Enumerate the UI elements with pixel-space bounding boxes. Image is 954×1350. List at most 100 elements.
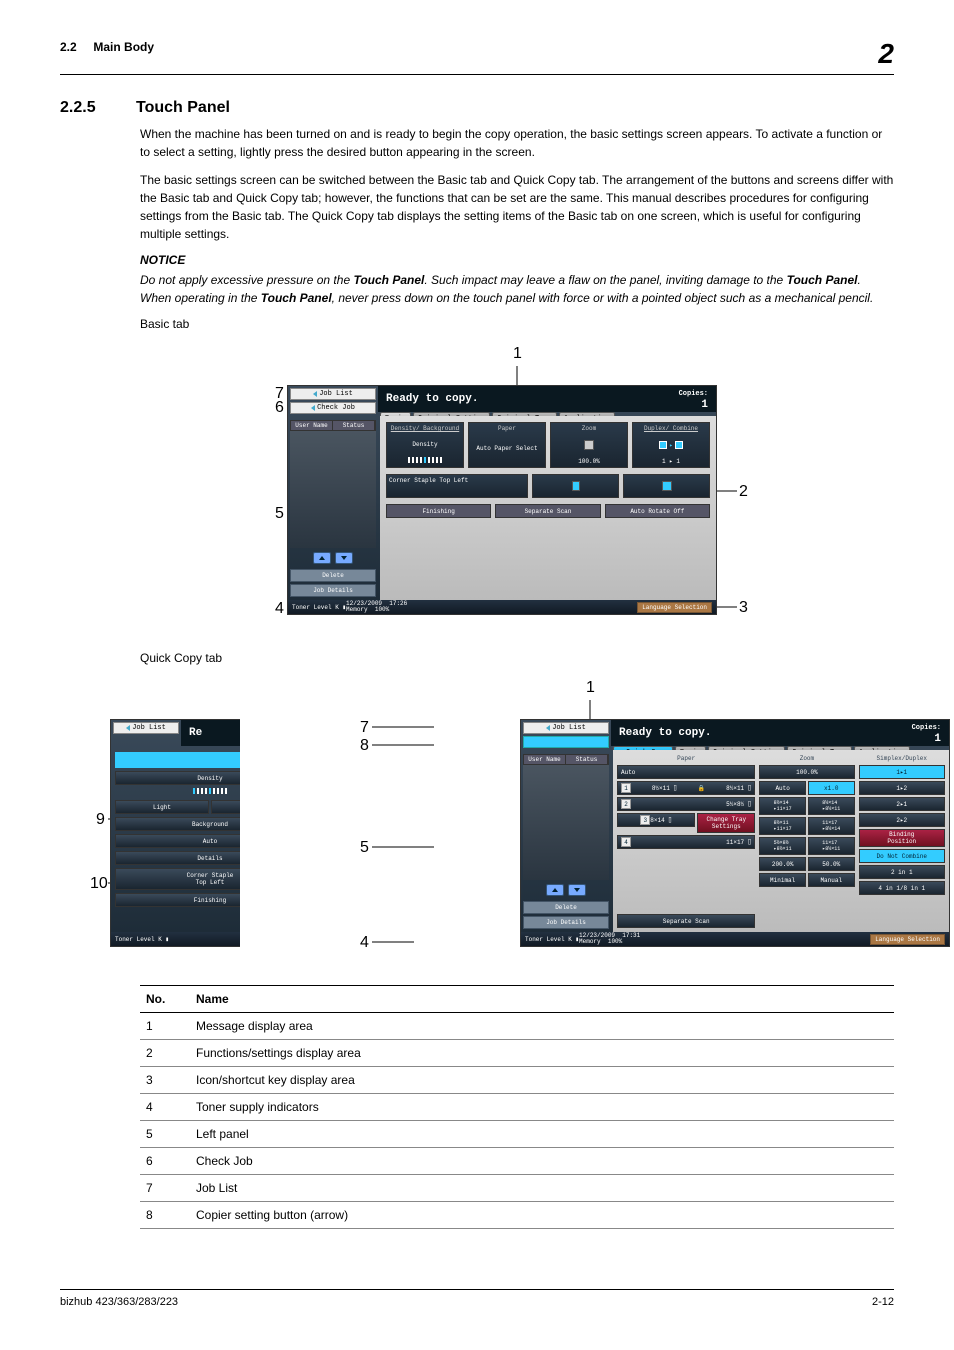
frag-message-area: Re <box>181 720 240 746</box>
qc-separate-scan-button[interactable]: Separate Scan <box>617 914 755 928</box>
qc-no-combine[interactable]: Do Not Combine <box>859 849 945 863</box>
basic-touch-panel: Job List Check Job Ready to copy. Copies… <box>287 385 717 615</box>
callout-q7: 7 <box>360 719 369 737</box>
density-background-button[interactable]: Density/ Background Density <box>386 422 464 468</box>
job-list-button[interactable]: Job List <box>290 388 376 400</box>
date-time: 12/23/2009 17:26 Memory 100% <box>346 601 407 613</box>
scroll-up-button[interactable] <box>313 552 331 564</box>
frag-auto-button[interactable]: Auto <box>115 834 240 848</box>
scroll-buttons <box>290 552 376 564</box>
staple-icon-button[interactable] <box>532 474 619 498</box>
finishing-button[interactable]: Finishing <box>386 504 491 518</box>
header-rule <box>60 74 894 75</box>
job-details-button[interactable]: Job Details <box>290 584 376 597</box>
auto-rotate-button[interactable]: Auto Rotate Off <box>605 504 710 518</box>
check-job-button[interactable]: Check Job <box>290 402 376 414</box>
quick-copy-touch-panel: Job List Ready to copy. Copies: 1 Quick … <box>520 719 950 947</box>
callout-4: 4 <box>275 600 284 618</box>
callout-q8: 8 <box>360 737 369 755</box>
qc-binding-button[interactable]: Binding Position <box>859 829 945 847</box>
qc-zoom-minimal[interactable]: Minimal <box>759 873 806 887</box>
qc-zoom-200[interactable]: 200.0% <box>759 857 806 871</box>
density-segments-icon <box>389 457 461 465</box>
qc-paper-auto[interactable]: Auto <box>617 765 755 779</box>
qc-dup-1-2[interactable]: 1▸2 <box>859 781 945 795</box>
qc-4in1[interactable]: 4 in 1/8 in 1 <box>859 881 945 895</box>
qc-scroll-down[interactable] <box>568 884 586 896</box>
qc-zoom-preset-6[interactable]: 11×17 ▸8½×11 <box>808 837 855 855</box>
qc-paper-slot-4[interactable]: 411×17 ⌷ <box>617 835 755 849</box>
frag-dark-button[interactable]: Dark <box>211 800 240 814</box>
qc-duplex-column: Simplex/Duplex 1▸1 1▸2 2▸1 2▸2 Binding P… <box>859 754 945 928</box>
header-section-name: Main Body <box>93 40 154 54</box>
corner-staple-button[interactable]: Corner Staple Top Left <box>386 474 528 498</box>
frag-bottom-bar: Toner Level K ▮ 12/Mem <box>111 932 240 946</box>
qc-zoom-preset-4[interactable]: 11×17 ▸8½×14 <box>808 817 855 835</box>
qc-job-details-button[interactable]: Job Details <box>523 916 609 929</box>
functions-row-3: Finishing Separate Scan Auto Rotate Off <box>386 504 710 518</box>
table-row: 1Message display area <box>140 1013 894 1040</box>
zoom-button[interactable]: Zoom 100.0% <box>550 422 628 468</box>
separate-scan-button[interactable]: Separate Scan <box>495 504 600 518</box>
panel-top-left: Job List Check Job <box>288 386 378 412</box>
paper-button[interactable]: Paper Auto Paper Select <box>468 422 546 468</box>
frag-light-button[interactable]: Light <box>115 800 209 814</box>
qc-zoom-100[interactable]: 100.0% <box>759 765 854 779</box>
qc-zoom-x1[interactable]: x1.0 <box>808 781 855 795</box>
qc-zoom-preset-5[interactable]: 5½×8½ ▸8½×11 <box>759 837 806 855</box>
scroll-down-button[interactable] <box>335 552 353 564</box>
table-header-name: Name <box>190 986 894 1013</box>
qc-zoom-auto[interactable]: Auto <box>759 781 806 795</box>
qc-zoom-50[interactable]: 50.0% <box>808 857 855 871</box>
callout-5: 5 <box>275 505 284 523</box>
qc-message-area: Ready to copy. Copies: 1 <box>611 720 949 746</box>
output-icon-button[interactable] <box>623 474 710 498</box>
arrow-left-icon <box>546 725 550 731</box>
callout-q5: 5 <box>360 839 369 857</box>
panel-top-row: Job List Check Job Ready to copy. Copies… <box>288 386 716 412</box>
qc-dup-1-1[interactable]: 1▸1 <box>859 765 945 779</box>
qc-dup-2-2[interactable]: 2▸2 <box>859 813 945 827</box>
qc-paper-column: Paper Auto 18½×11 ⌷🔒8½×11 ⌷ 25½×8½ ⌷ 38×… <box>617 754 755 928</box>
qc-left-panel: User NameStatus Delete Job Details <box>521 752 611 932</box>
qc-change-tray-button[interactable]: Change Tray Settings <box>697 813 755 833</box>
qc-2in1[interactable]: 2 in 1 <box>859 865 945 879</box>
qc-dup-2-1[interactable]: 2▸1 <box>859 797 945 811</box>
qc-zoom-preset-2[interactable]: 8½×14 ▸8½×11 <box>808 797 855 815</box>
callout-q4: 4 <box>360 934 369 952</box>
qc-zoom-manual[interactable]: Manual <box>808 873 855 887</box>
fragment-panel-inner: Job List Re Density LightDark Background… <box>110 719 240 947</box>
section-number: 2.2.5 <box>60 99 120 117</box>
frag-body: Density LightDark Background Auto Detail… <box>111 748 240 932</box>
qc-paper-slot-3[interactable]: 38×14 ⌷ <box>617 813 695 827</box>
copies-label: Copies: <box>679 390 708 398</box>
duplex-combine-button[interactable]: Duplex/ Combine ▸ 1 ▸ 1 <box>632 422 710 468</box>
qc-delete-button[interactable]: Delete <box>523 901 609 914</box>
arrow-up-icon <box>552 888 558 892</box>
language-selection-button[interactable]: Language Selection <box>637 602 712 613</box>
qc-paper-slot-1[interactable]: 18½×11 ⌷🔒8½×11 ⌷ <box>617 781 755 795</box>
left-panel-header: User Name Status <box>290 420 376 431</box>
arrow-left-icon <box>313 391 317 397</box>
qc-language-button[interactable]: Language Selection <box>870 934 945 945</box>
qc-job-list-button[interactable]: Job List <box>523 722 609 734</box>
frag-finishing-button[interactable]: Finishing <box>115 893 240 907</box>
icon-shortcut-area: Toner Level K ▮ 12/23/2009 17:26 Memory … <box>288 600 716 614</box>
qc-zoom-preset-3[interactable]: 8½×11 ▸11×17 <box>759 817 806 835</box>
toner-indicator: Toner Level K ▮ <box>292 604 346 611</box>
qc-paper-slot-2[interactable]: 25½×8½ ⌷ <box>617 797 755 811</box>
qc-zoom-preset-1[interactable]: 8½×14 ▸11×17 <box>759 797 806 815</box>
duplex-icon <box>675 441 683 449</box>
copier-setting-arrow-button[interactable] <box>523 736 609 748</box>
header-section: 2.2 Main Body <box>60 40 154 54</box>
caption-quick-copy-tab: Quick Copy tab <box>140 651 894 665</box>
footer-left: bizhub 423/363/283/223 <box>60 1296 178 1308</box>
frag-density-segments <box>115 788 240 797</box>
section-heading: 2.2.5 Touch Panel <box>60 99 894 117</box>
qc-scroll-up[interactable] <box>546 884 564 896</box>
fragment-panel: Job List Re Density LightDark Background… <box>110 719 240 947</box>
frag-job-list-button[interactable]: Job List <box>113 722 179 734</box>
frag-details-button[interactable]: Details <box>115 851 240 865</box>
delete-button[interactable]: Delete <box>290 569 376 582</box>
frag-corner-staple-button[interactable]: Corner Staple Top Left <box>115 868 240 890</box>
